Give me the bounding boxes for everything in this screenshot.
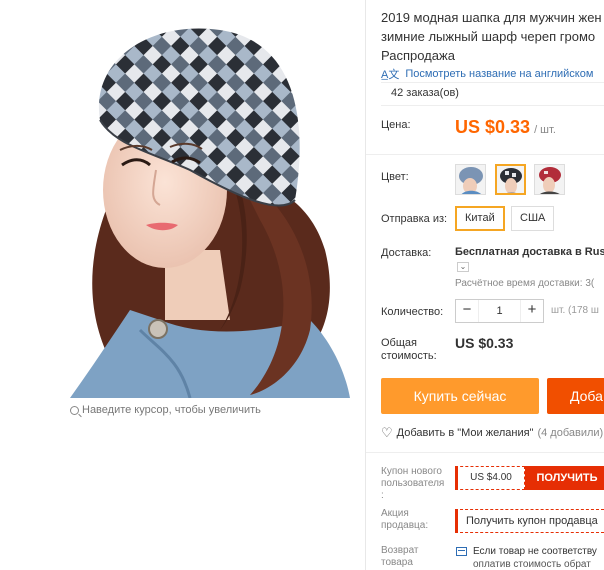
- title-line-1: 2019 модная шапка для мужчин жен: [381, 10, 602, 25]
- delivery-method: Бесплатная доставка в Russ: [455, 246, 604, 258]
- add-to-wishlist[interactable]: ♡ Добавить в "Мои желания" (4 добавили): [381, 425, 603, 441]
- return-label-line-2: товара: [381, 557, 413, 568]
- price-unit: / шт.: [534, 124, 556, 136]
- translate-link-text: Посмотреть название на английском: [405, 68, 594, 80]
- get-coupon-button[interactable]: ПОЛУЧИТЬ: [525, 466, 604, 490]
- section-divider: [366, 452, 604, 453]
- total-value: US $0.33: [455, 335, 514, 351]
- ship-from-label: Отправка из:: [381, 213, 448, 225]
- ship-from-usa[interactable]: США: [511, 206, 555, 231]
- magnifier-icon: [70, 405, 79, 415]
- quantity-plus-button[interactable]: +: [521, 300, 543, 322]
- color-swatch-black-white[interactable]: [495, 164, 526, 195]
- zoom-hint-text: Наведите курсор, чтобы увеличить: [82, 404, 261, 416]
- price-amount: US $0.33: [455, 117, 531, 137]
- quantity-minus-button[interactable]: −: [456, 300, 478, 322]
- coupon-label-line-1: Купон нового: [381, 466, 442, 477]
- buy-now-button[interactable]: Купить сейчас: [381, 378, 539, 414]
- quantity-stepper: − 1 +: [455, 299, 544, 323]
- seller-promo-label-line-1: Акция: [381, 508, 409, 519]
- get-seller-coupon-button[interactable]: Получить купон продавца: [455, 509, 604, 533]
- new-user-coupon: US $4.00 ПОЛУЧИТЬ: [455, 466, 604, 490]
- return-policy: Если товар не соответству оплатив стоимо…: [456, 545, 597, 570]
- quantity-label: Количество:: [381, 306, 444, 318]
- orders-count: 42 заказа(ов): [381, 82, 604, 106]
- add-to-cart-button[interactable]: Доба: [547, 378, 604, 414]
- product-main-image[interactable]: [70, 0, 350, 398]
- delivery-time: Расчётное время доставки: 3(: [455, 278, 595, 289]
- title-line-2: зимние лыжный шарф череп громо: [381, 29, 596, 44]
- color-label: Цвет:: [381, 171, 409, 183]
- wishlist-count: (4 добавили): [537, 427, 604, 439]
- product-photo: [70, 28, 350, 398]
- return-card-icon: [456, 547, 467, 556]
- chevron-down-icon[interactable]: ⌄: [457, 262, 469, 272]
- new-user-coupon-label: Купон нового пользователя :: [381, 466, 453, 502]
- wishlist-text: Добавить в "Мои желания": [396, 427, 534, 439]
- return-line-2: оплатив стоимость обрат: [473, 559, 591, 570]
- stock-note: шт. (178 ш: [551, 305, 599, 316]
- total-label-line-2: стоимость:: [381, 350, 437, 362]
- translate-icon: A̲文: [381, 69, 400, 81]
- color-swatch-red[interactable]: [534, 164, 565, 195]
- quantity-input[interactable]: 1: [478, 300, 521, 322]
- total-label: Общая стоимость:: [381, 337, 437, 363]
- return-label-line-1: Возврат: [381, 545, 419, 556]
- seller-promo-label-line-2: продавца:: [381, 520, 429, 531]
- product-title: 2019 модная шапка для мужчин жен зимние …: [381, 8, 604, 65]
- section-divider: [366, 154, 604, 155]
- seller-promo-label: Акция продавца:: [381, 508, 453, 532]
- translate-title-link[interactable]: A̲文 Посмотреть название на английском: [381, 66, 593, 82]
- coupon-label-line-2: пользователя: [381, 478, 445, 489]
- price-label: Цена:: [381, 119, 411, 131]
- column-divider: [365, 0, 366, 570]
- price-value: US $0.33/ шт.: [455, 117, 556, 138]
- color-swatch-blue-gray[interactable]: [455, 164, 486, 195]
- return-line-1: Если товар не соответству: [473, 546, 597, 557]
- ship-from-china[interactable]: Китай: [455, 206, 505, 231]
- title-line-3: Распродажа: [381, 48, 455, 63]
- coupon-value: US $4.00: [455, 466, 525, 490]
- coupon-label-line-3: :: [381, 490, 384, 501]
- return-label: Возврат товара: [381, 545, 453, 569]
- delivery-label: Доставка:: [381, 247, 432, 259]
- total-label-line-1: Общая: [381, 337, 417, 349]
- heart-icon: ♡: [381, 425, 393, 440]
- zoom-hint: Наведите курсор, чтобы увеличить: [70, 404, 261, 416]
